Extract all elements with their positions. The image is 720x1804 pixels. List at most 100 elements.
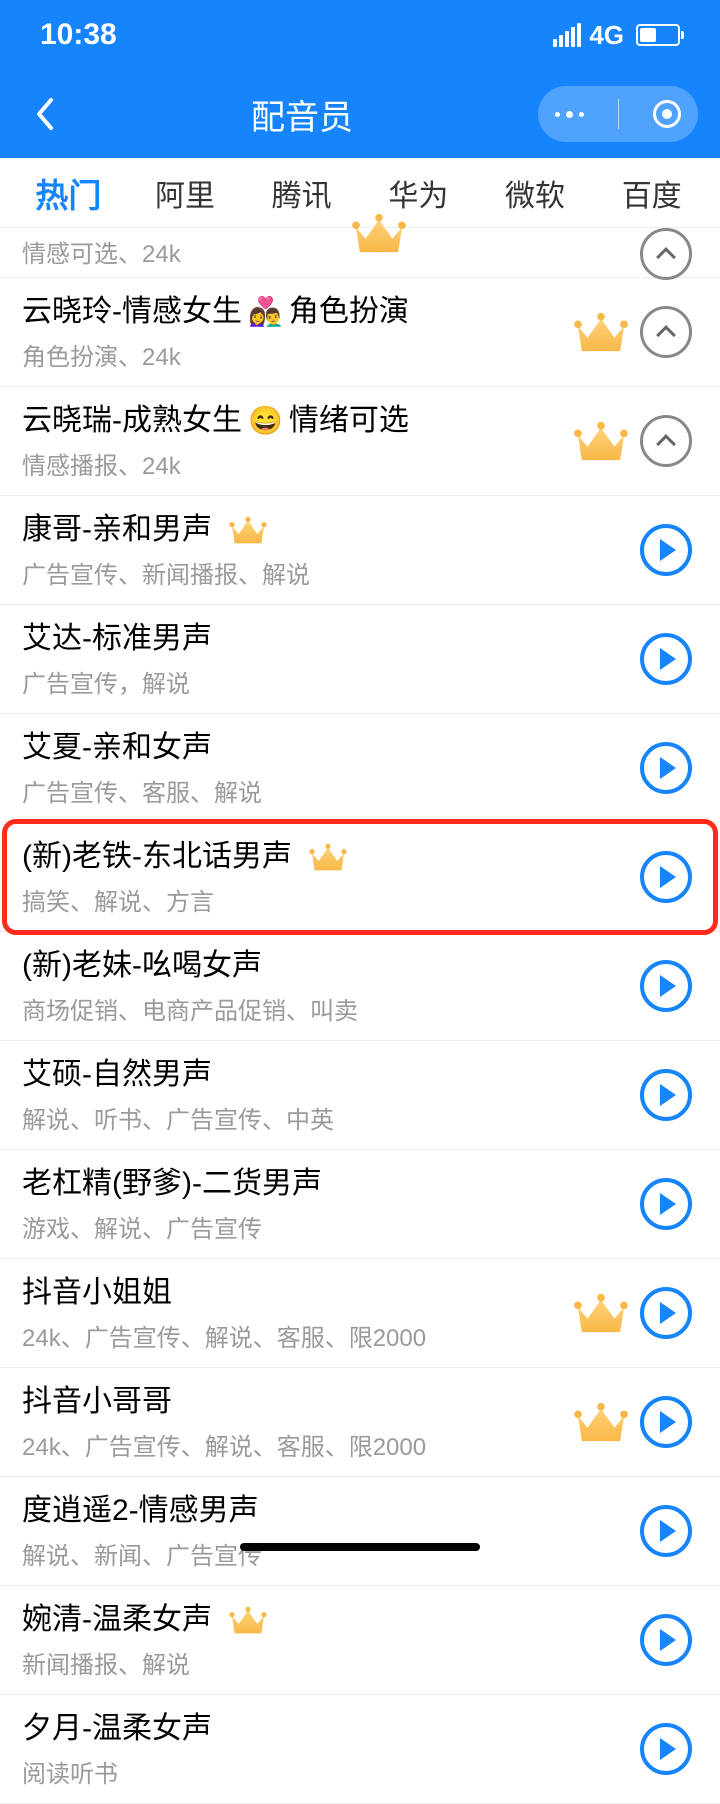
- status-bar: 10:38 4G: [0, 0, 720, 70]
- battery-icon: [636, 24, 680, 46]
- item-subtitle: 商场促销、电商产品促销、叫卖: [22, 991, 640, 1026]
- item-title-suffix: 情绪可选: [289, 401, 409, 440]
- item-title: 夕月-温柔女声: [22, 1709, 212, 1748]
- item-content: 夕月-温柔女声阅读听书: [22, 1709, 640, 1789]
- tab-热门[interactable]: 热门: [10, 155, 127, 231]
- status-time: 10:38: [40, 18, 117, 52]
- item-content: (新)老妹-吆喝女声商场促销、电商产品促销、叫卖: [22, 946, 640, 1026]
- play-button[interactable]: [640, 1505, 692, 1557]
- item-title: 老杠精(野爹)-二货男声: [22, 1164, 322, 1203]
- tab-百度[interactable]: 百度: [593, 157, 710, 229]
- play-button[interactable]: [640, 1723, 692, 1775]
- close-button[interactable]: [653, 100, 681, 128]
- voice-item[interactable]: 夕月-温柔女声阅读听书: [0, 1695, 720, 1804]
- item-content: 康哥-亲和男声广告宣传、新闻播报、解说: [22, 510, 640, 590]
- item-subtitle: 阅读听书: [22, 1754, 640, 1789]
- item-content: 情感可选、24k: [22, 228, 640, 269]
- menu-button[interactable]: [555, 111, 584, 118]
- voice-item[interactable]: 老杠精(野爹)-二货男声游戏、解说、广告宣传: [0, 1150, 720, 1259]
- crown-icon: [228, 514, 268, 546]
- item-content: 抖音小姐姐 24k、广告宣传、解说、客服、限2000: [22, 1273, 562, 1353]
- voice-item[interactable]: 婉清-温柔女声新闻播报、解说: [0, 1586, 720, 1695]
- item-subtitle: 广告宣传，解说: [22, 664, 640, 699]
- item-subtitle: 游戏、解说、广告宣传: [22, 1209, 640, 1244]
- item-subtitle: 解说、新闻、广告宣传: [22, 1536, 640, 1571]
- item-subtitle: 广告宣传、客服、解说: [22, 773, 640, 808]
- item-content: 度逍遥2-情感男声解说、新闻、广告宣传: [22, 1491, 640, 1571]
- item-subtitle: 情感可选、24k: [22, 234, 640, 269]
- crown-icon: [572, 1399, 630, 1445]
- tab-腾讯[interactable]: 腾讯: [243, 157, 360, 229]
- item-title: 云晓玲-情感女生: [22, 292, 242, 331]
- item-title: (新)老妹-吆喝女声: [22, 946, 262, 985]
- item-content: 云晓玲-情感女生👩‍❤️‍👨角色扮演角色扮演、24k: [22, 292, 562, 372]
- play-button[interactable]: [640, 1287, 692, 1339]
- item-content: 艾达-标准男声广告宣传，解说: [22, 619, 640, 699]
- play-button[interactable]: [640, 524, 692, 576]
- voice-item[interactable]: 云晓玲-情感女生👩‍❤️‍👨角色扮演角色扮演、24k: [0, 278, 720, 387]
- item-content: 婉清-温柔女声新闻播报、解说: [22, 1600, 640, 1680]
- item-subtitle: 搞笑、解说、方言: [22, 882, 640, 917]
- voice-item[interactable]: (新)老铁-东北话男声搞笑、解说、方言: [0, 823, 720, 932]
- play-button[interactable]: [640, 960, 692, 1012]
- item-title: (新)老铁-东北话男声: [22, 837, 292, 876]
- item-title: 艾夏-亲和女声: [22, 728, 212, 767]
- voice-item[interactable]: 情感可选、24k: [0, 228, 720, 278]
- voice-item[interactable]: 抖音小哥哥24k、广告宣传、解说、客服、限2000: [0, 1368, 720, 1477]
- nav-bar: 配音员: [0, 70, 720, 158]
- item-content: 艾夏-亲和女声广告宣传、客服、解说: [22, 728, 640, 808]
- miniprogram-capsule: [538, 86, 698, 142]
- collapse-button[interactable]: [640, 228, 692, 280]
- voice-item[interactable]: 抖音小姐姐 24k、广告宣传、解说、客服、限2000: [0, 1259, 720, 1368]
- crown-icon: [572, 309, 630, 355]
- item-title: 抖音小姐姐: [22, 1273, 172, 1312]
- status-right: 4G: [553, 20, 680, 51]
- item-title: 康哥-亲和男声: [22, 510, 212, 549]
- item-title: 云晓瑞-成熟女生: [22, 401, 242, 440]
- page-title: 配音员: [251, 90, 353, 139]
- item-subtitle: 24k、广告宣传、解说、客服、限2000: [22, 1427, 562, 1462]
- play-button[interactable]: [640, 1396, 692, 1448]
- item-content: 老杠精(野爹)-二货男声游戏、解说、广告宣传: [22, 1164, 640, 1244]
- play-button[interactable]: [640, 851, 692, 903]
- play-button[interactable]: [640, 1178, 692, 1230]
- voice-item[interactable]: (新)老妹-吆喝女声商场促销、电商产品促销、叫卖: [0, 932, 720, 1041]
- tab-阿里[interactable]: 阿里: [127, 157, 244, 229]
- item-content: 云晓瑞-成熟女生😄情绪可选情感播报、24k: [22, 401, 562, 481]
- tab-微软[interactable]: 微软: [477, 157, 594, 229]
- back-button[interactable]: [22, 92, 66, 136]
- play-button[interactable]: [640, 1614, 692, 1666]
- voice-list[interactable]: 情感可选、24k 云晓玲-情感女生👩‍❤️‍👨角色扮演角色扮演、24k 云晓瑞-成熟…: [0, 228, 720, 1804]
- crown-icon: [228, 1604, 268, 1636]
- signal-icon: [553, 23, 581, 47]
- emoji-icon: 😄: [248, 404, 283, 437]
- crown-icon: [572, 1290, 630, 1336]
- voice-item[interactable]: 艾达-标准男声广告宣传，解说: [0, 605, 720, 714]
- item-subtitle: 广告宣传、新闻播报、解说: [22, 555, 640, 590]
- collapse-button[interactable]: [640, 306, 692, 358]
- item-title: 婉清-温柔女声: [22, 1600, 212, 1639]
- voice-item[interactable]: 艾夏-亲和女声广告宣传、客服、解说: [0, 714, 720, 823]
- play-button[interactable]: [640, 1069, 692, 1121]
- emoji-icon: 👩‍❤️‍👨: [248, 295, 283, 328]
- item-subtitle: 角色扮演、24k: [22, 337, 562, 372]
- voice-item[interactable]: 云晓瑞-成熟女生😄情绪可选情感播报、24k: [0, 387, 720, 496]
- home-indicator: [240, 1543, 480, 1551]
- voice-item[interactable]: 艾硕-自然男声解说、听书、广告宣传、中英: [0, 1041, 720, 1150]
- item-content: 艾硕-自然男声解说、听书、广告宣传、中英: [22, 1055, 640, 1135]
- voice-item[interactable]: 康哥-亲和男声广告宣传、新闻播报、解说: [0, 496, 720, 605]
- item-content: 抖音小哥哥24k、广告宣传、解说、客服、限2000: [22, 1382, 562, 1462]
- item-subtitle: 24k、广告宣传、解说、客服、限2000: [22, 1318, 562, 1353]
- item-content: (新)老铁-东北话男声搞笑、解说、方言: [22, 837, 640, 917]
- item-subtitle: 解说、听书、广告宣传、中英: [22, 1100, 640, 1135]
- collapse-button[interactable]: [640, 415, 692, 467]
- item-title: 艾达-标准男声: [22, 619, 212, 658]
- crown-icon: [350, 210, 408, 256]
- play-button[interactable]: [640, 742, 692, 794]
- item-title-suffix: 角色扮演: [289, 292, 409, 331]
- item-title: 度逍遥2-情感男声: [22, 1491, 259, 1530]
- voice-item[interactable]: 度逍遥2-情感男声解说、新闻、广告宣传: [0, 1477, 720, 1586]
- item-subtitle: 新闻播报、解说: [22, 1645, 640, 1680]
- play-button[interactable]: [640, 633, 692, 685]
- item-subtitle: 情感播报、24k: [22, 446, 562, 481]
